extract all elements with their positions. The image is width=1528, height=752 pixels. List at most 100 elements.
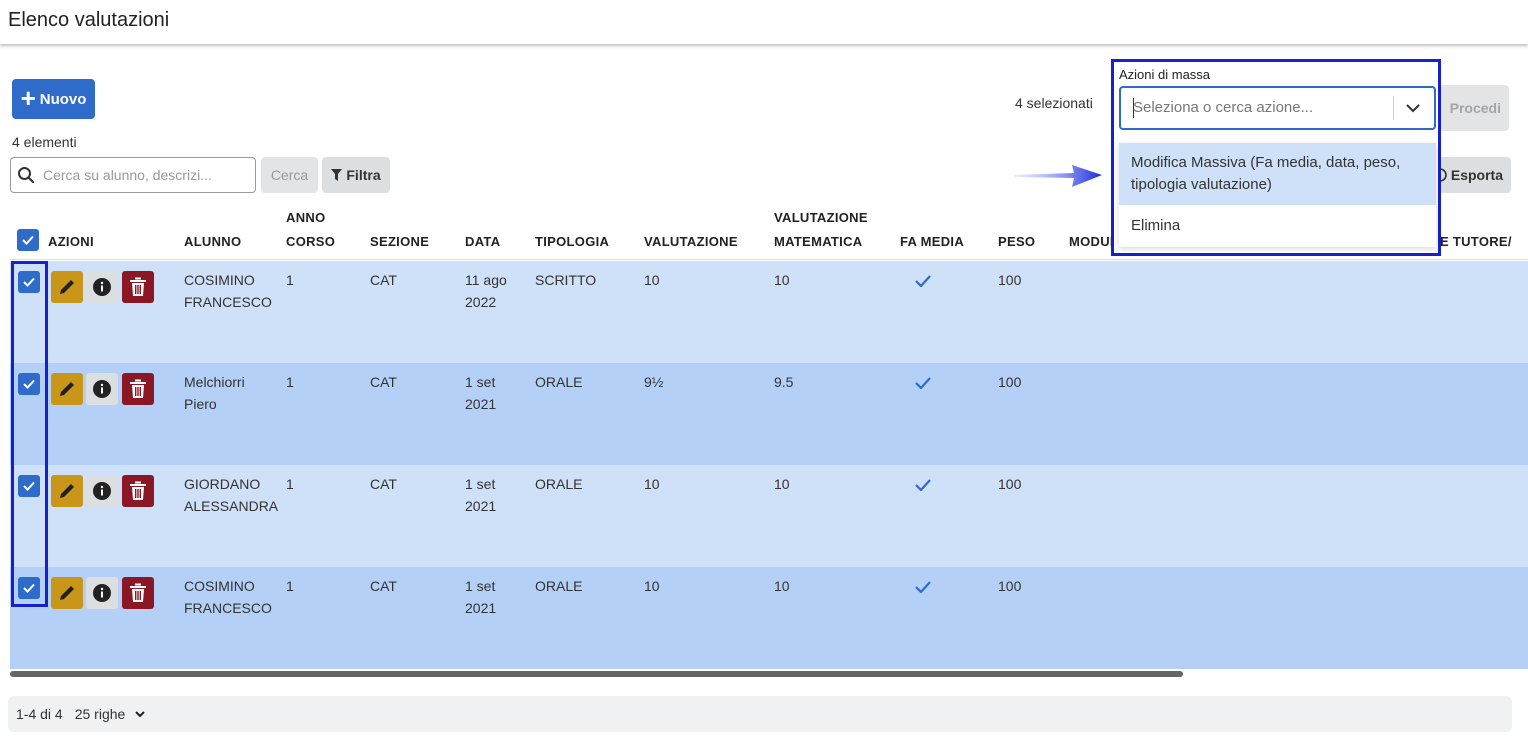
edit-button[interactable] — [51, 577, 83, 609]
delete-button[interactable] — [122, 271, 154, 303]
trash-icon — [130, 277, 146, 296]
cell-tipologia: ORALE — [535, 374, 583, 390]
cell-sezione: CAT — [370, 578, 397, 594]
column-valutazione-matematica[interactable]: VALUTAZIONE MATEMATICA — [774, 206, 884, 254]
fa-media-check-icon — [915, 373, 931, 395]
rows-per-page-select[interactable]: 25 righe — [75, 706, 146, 722]
top-bar: Elenco valutazioni — [0, 0, 1528, 44]
fa-media-check-icon — [915, 577, 931, 599]
table-row: COSIMINO FRANCESCO 1 CAT 1 set 2021 ORAL… — [10, 567, 1528, 669]
info-button[interactable] — [86, 271, 118, 303]
column-anno-corso[interactable]: ANNO CORSO — [286, 206, 346, 254]
plus-icon: + — [20, 82, 36, 113]
pagination-bar: 1-4 di 4 25 righe — [8, 696, 1512, 732]
option-modifica-massiva[interactable]: Modifica Massiva (Fa media, data, peso, … — [1119, 143, 1436, 205]
mass-actions-label: Azioni di massa — [1119, 67, 1211, 82]
column-azioni[interactable]: AZIONI — [48, 230, 94, 254]
column-alunno[interactable]: ALUNNO — [184, 230, 241, 254]
option-elimina[interactable]: Elimina — [1119, 215, 1436, 237]
info-icon — [93, 482, 111, 500]
cell-tipologia: SCRITTO — [535, 272, 597, 288]
checkbox-highlight-box — [11, 261, 48, 607]
cell-alunno: Melchiorri Piero — [184, 374, 245, 412]
delete-button[interactable] — [122, 577, 154, 609]
trash-icon — [130, 583, 146, 602]
cell-peso: 100 — [998, 272, 1022, 288]
cell-valutazione: 10 — [644, 476, 660, 492]
mass-actions-placeholder: Seleziona o cerca azione... — [1133, 99, 1314, 116]
info-icon — [93, 380, 111, 398]
cell-sezione: CAT — [370, 374, 397, 390]
column-peso[interactable]: PESO — [998, 230, 1035, 254]
table-row: GIORDANO ALESSANDRA 1 CAT 1 set 2021 ORA… — [10, 465, 1528, 567]
fa-media-check-icon — [915, 475, 931, 497]
cell-peso: 100 — [998, 476, 1022, 492]
search-input[interactable] — [43, 167, 243, 183]
cell-valutazione-matematica: 10 — [774, 578, 790, 594]
filter-icon — [331, 168, 343, 181]
edit-button[interactable] — [51, 271, 83, 303]
column-tutore[interactable]: E TUTORE/ — [1440, 230, 1512, 254]
trash-icon — [130, 379, 146, 398]
info-button[interactable] — [86, 373, 118, 405]
cell-valutazione: 9½ — [644, 374, 664, 390]
check-icon — [22, 235, 34, 245]
column-valutazione[interactable]: VALUTAZIONE — [644, 230, 738, 254]
info-button[interactable] — [86, 577, 118, 609]
cell-tipologia: ORALE — [535, 476, 583, 492]
mass-actions-panel: Azioni di massa Seleziona o cerca azione… — [1111, 59, 1441, 256]
cell-data: 11 ago 2022 — [465, 272, 507, 310]
table-row: COSIMINO FRANCESCO 1 CAT 11 ago 2022 SCR… — [10, 261, 1528, 363]
rows-per-page-value: 25 righe — [74, 706, 126, 722]
delete-button[interactable] — [122, 373, 154, 405]
cell-valutazione: 10 — [644, 578, 660, 594]
column-sezione[interactable]: SEZIONE — [370, 230, 429, 254]
filter-button-label: Filtra — [346, 167, 381, 183]
column-tipologia[interactable]: TIPOLOGIA — [535, 230, 609, 254]
chevron-down-icon[interactable] — [1405, 98, 1421, 118]
delete-button[interactable] — [122, 475, 154, 507]
select-separator — [1393, 96, 1394, 120]
cell-anno: 1 — [286, 578, 294, 594]
edit-button[interactable] — [51, 373, 83, 405]
cell-valutazione-matematica: 10 — [774, 272, 790, 288]
pencil-icon — [60, 484, 74, 498]
trash-icon — [130, 481, 146, 500]
mass-actions-options: Modifica Massiva (Fa media, data, peso, … — [1119, 143, 1436, 247]
select-all-checkbox[interactable] — [17, 229, 39, 251]
new-button[interactable]: + Nuovo — [12, 79, 95, 119]
pagination-range: 1-4 di 4 — [16, 706, 63, 722]
cell-alunno: COSIMINO FRANCESCO — [184, 578, 272, 616]
edit-button[interactable] — [51, 475, 83, 507]
cell-anno: 1 — [286, 476, 294, 492]
search-box[interactable] — [10, 157, 256, 193]
search-button[interactable]: Cerca — [261, 157, 318, 193]
cell-data: 1 set 2021 — [465, 476, 497, 514]
filter-button[interactable]: Filtra — [322, 157, 390, 193]
search-icon — [18, 167, 35, 184]
column-fa-media[interactable]: FA MEDIA — [900, 230, 964, 254]
pencil-icon — [60, 586, 74, 600]
cell-valutazione-matematica: 9.5 — [774, 374, 794, 390]
selected-count: 4 selezionati — [1015, 95, 1093, 111]
cell-sezione: CAT — [370, 476, 397, 492]
pointer-arrow-icon — [1014, 165, 1102, 187]
cell-valutazione-matematica: 10 — [774, 476, 790, 492]
pencil-icon — [60, 382, 74, 396]
cell-tipologia: ORALE — [535, 578, 583, 594]
mass-actions-select[interactable]: Seleziona o cerca azione... — [1119, 86, 1436, 130]
column-data[interactable]: DATA — [465, 230, 500, 254]
proceed-button[interactable]: Procedi — [1438, 85, 1509, 131]
cell-alunno: COSIMINO FRANCESCO — [184, 272, 272, 310]
pencil-icon — [60, 280, 74, 294]
cell-valutazione: 10 — [644, 272, 660, 288]
items-count: 4 elementi — [12, 134, 77, 150]
cell-sezione: CAT — [370, 272, 397, 288]
export-button-label: Esporta — [1450, 167, 1503, 183]
info-button[interactable] — [86, 475, 118, 507]
new-button-label: Nuovo — [39, 90, 87, 108]
horizontal-scrollbar[interactable] — [10, 671, 1183, 677]
page-title: Elenco valutazioni — [8, 9, 170, 31]
cell-peso: 100 — [998, 578, 1022, 594]
fa-media-check-icon — [915, 271, 931, 293]
